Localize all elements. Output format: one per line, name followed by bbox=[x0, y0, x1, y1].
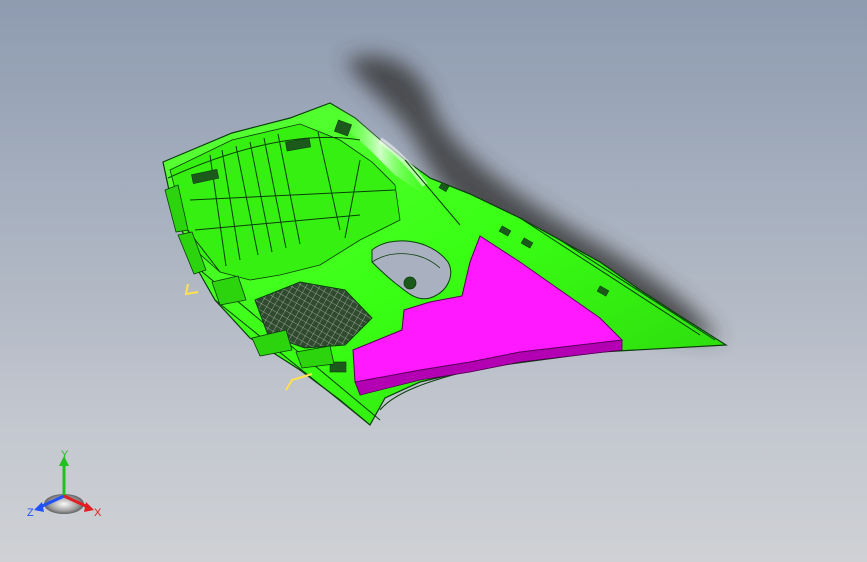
z-axis-label: Z bbox=[27, 507, 34, 519]
x-arrow-icon bbox=[84, 502, 94, 512]
y-axis-label: Y bbox=[61, 449, 69, 461]
cutout-boss bbox=[403, 276, 417, 290]
annotation-marker-1 bbox=[184, 283, 199, 296]
x-axis-label: X bbox=[94, 507, 102, 519]
graphics-viewport[interactable]: Y X Z bbox=[0, 0, 867, 562]
model-scene[interactable] bbox=[0, 0, 867, 562]
z-arrow-icon bbox=[34, 502, 44, 512]
orientation-triad[interactable]: Y X Z bbox=[24, 446, 104, 526]
